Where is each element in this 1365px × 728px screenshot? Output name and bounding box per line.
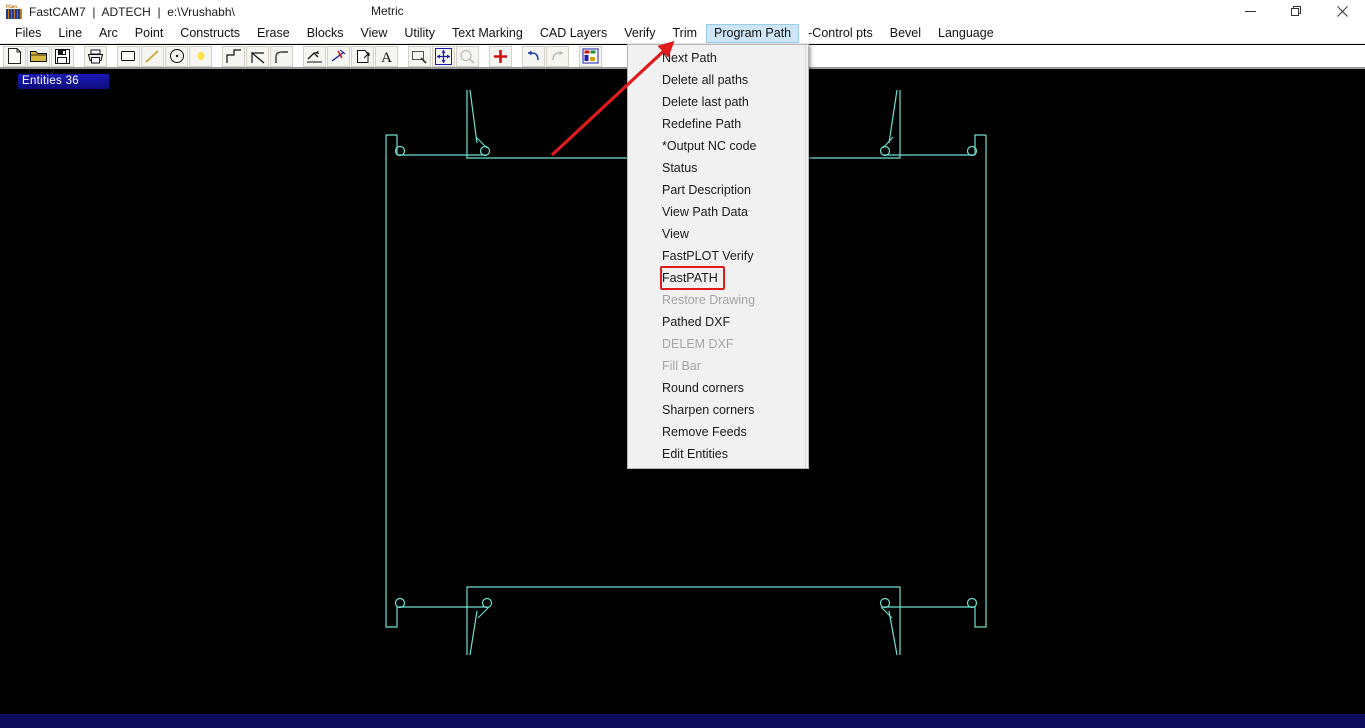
units-indicator: Metric (371, 4, 404, 18)
window-title: FastCAM7 | ADTECH | e:\Vrushabh\ (29, 4, 235, 19)
menu-program-path[interactable]: Program Path (706, 23, 800, 43)
zoom-previous-icon (456, 45, 479, 67)
output-nc-icon[interactable] (351, 45, 374, 67)
menu-item-view[interactable]: View (628, 223, 808, 245)
menu-item-round-corners[interactable]: Round corners (628, 377, 808, 399)
text-icon[interactable]: A (375, 45, 398, 67)
menu-item-part-description[interactable]: Part Description (628, 179, 808, 201)
undo-icon[interactable] (522, 45, 545, 67)
title-bar: FCam FastCAM7 | ADTECH | e:\Vrushabh\ Me… (0, 0, 1365, 23)
program-path-icon[interactable] (303, 45, 326, 67)
toolbar-separator (570, 46, 579, 67)
menu-language[interactable]: Language (930, 24, 1002, 43)
menu-item-fill-bar: Fill Bar (662, 359, 701, 373)
menu-files[interactable]: Files (7, 24, 49, 43)
menu-point[interactable]: Point (127, 24, 172, 43)
menu-view[interactable]: View (353, 24, 396, 43)
rectangle-icon[interactable] (117, 45, 140, 67)
restore-icon[interactable] (1273, 0, 1319, 23)
menu-item-restore-drawing: Restore Drawing (662, 293, 756, 307)
round-corner-icon[interactable] (270, 45, 293, 67)
fillet-icon[interactable] (246, 45, 269, 67)
menu-item-fastpath[interactable]: FastPATH (660, 266, 725, 290)
program-path-dropdown-menu: Next Path Delete all paths Delete last p… (627, 44, 809, 469)
toolbar-separator (480, 46, 489, 67)
minimize-icon[interactable] (1227, 0, 1273, 23)
toolbar-separator (75, 46, 84, 67)
toolbar-separator (108, 46, 117, 67)
menu-line[interactable]: Line (50, 24, 90, 43)
menu-item-redefine-path[interactable]: Redefine Path (628, 113, 808, 135)
new-file-icon[interactable] (3, 45, 26, 67)
menu-arc[interactable]: Arc (91, 24, 126, 43)
menu-verify[interactable]: Verify (616, 24, 663, 43)
menu-item-output-nc-code[interactable]: *Output NC code (628, 135, 808, 157)
line-icon[interactable] (141, 45, 164, 67)
toolbar-separator (294, 46, 303, 67)
menu-cad-layers[interactable]: CAD Layers (532, 24, 615, 43)
save-disk-icon[interactable] (51, 45, 74, 67)
print-icon[interactable] (84, 45, 107, 67)
menu-item-fastplot-verify[interactable]: FastPLOT Verify (628, 245, 808, 267)
chamfer-icon[interactable] (222, 45, 245, 67)
toolbar-separator (399, 46, 408, 67)
menu-erase[interactable]: Erase (249, 24, 298, 43)
fastcam-logo-icon: FCam (6, 4, 22, 19)
menu-constructs[interactable]: Constructs (172, 24, 248, 43)
open-folder-icon[interactable] (27, 45, 50, 67)
menu-item-delete-all-paths[interactable]: Delete all paths (628, 69, 808, 91)
menu-item-remove-feeds[interactable]: Remove Feeds (628, 421, 808, 443)
zoom-extents-plus-icon[interactable] (489, 45, 512, 67)
fastplot-icon[interactable] (579, 45, 602, 67)
pan-icon[interactable] (432, 45, 455, 67)
circle-icon[interactable] (165, 45, 188, 67)
toolbar-separator (513, 46, 522, 67)
menu-text-marking[interactable]: Text Marking (444, 24, 531, 43)
status-bar (0, 714, 1365, 728)
close-icon[interactable] (1319, 0, 1365, 23)
menu-item-next-path[interactable]: Next Path (628, 47, 808, 69)
menu-item-sharpen-corners[interactable]: Sharpen corners (628, 399, 808, 421)
menu-trim[interactable]: Trim (664, 24, 705, 43)
menu-item-status[interactable]: Status (628, 157, 808, 179)
svg-text:A: A (381, 50, 392, 64)
zoom-window-icon[interactable] (408, 45, 431, 67)
menu-bar: Files Line Arc Point Constructs Erase Bl… (0, 23, 1365, 44)
menu-control-pts[interactable]: -Control pts (800, 24, 881, 43)
window-controls (1227, 0, 1365, 23)
toolbar-separator (213, 46, 222, 67)
menu-bevel[interactable]: Bevel (882, 24, 929, 43)
menu-item-view-path-data[interactable]: View Path Data (628, 201, 808, 223)
menu-item-delete-last-path[interactable]: Delete last path (628, 91, 808, 113)
menu-utility[interactable]: Utility (396, 24, 443, 43)
point-icon[interactable] (189, 45, 212, 67)
menu-item-pathed-dxf[interactable]: Pathed DXF (628, 311, 808, 333)
redo-icon (546, 45, 569, 67)
next-path-icon[interactable] (327, 45, 350, 67)
menu-blocks[interactable]: Blocks (299, 24, 352, 43)
menu-item-delem-dxf: DELEM DXF (662, 337, 734, 351)
fastcam-application-window: FCam FastCAM7 | ADTECH | e:\Vrushabh\ Me… (0, 0, 1365, 728)
menu-item-edit-entities[interactable]: Edit Entities (628, 443, 808, 465)
